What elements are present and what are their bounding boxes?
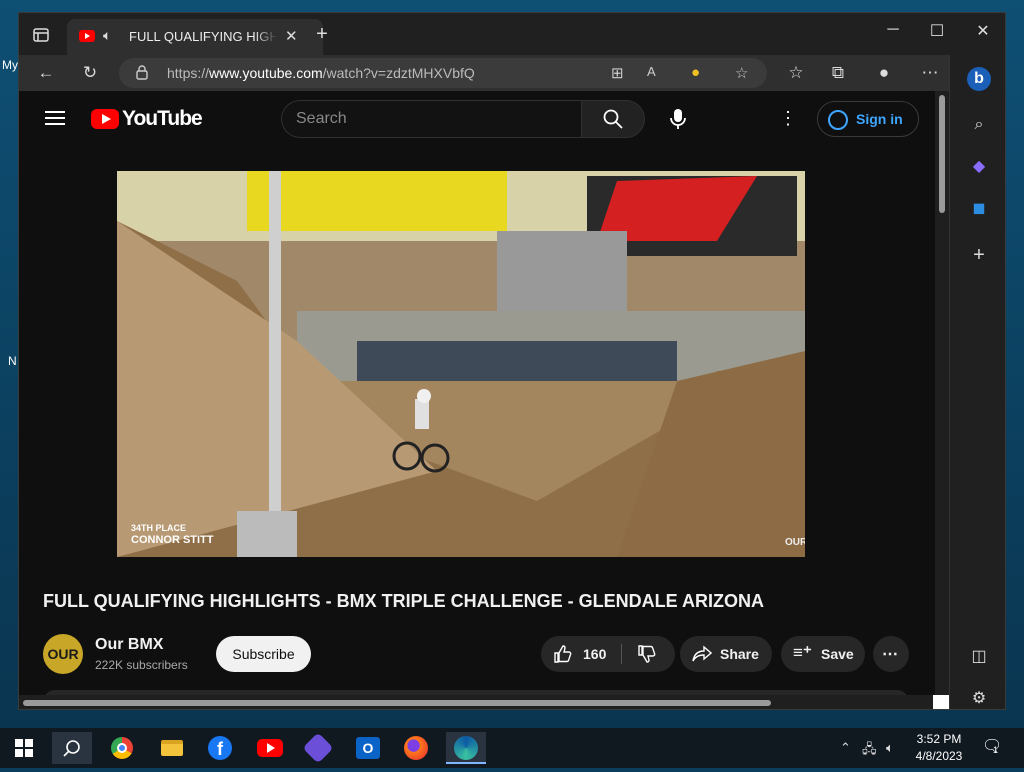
search-icon[interactable]: ⌕ xyxy=(967,113,991,137)
coupon-icon[interactable]: ● xyxy=(691,64,700,81)
copilot-app-icon[interactable]: ◆ xyxy=(967,155,991,179)
dislike-button[interactable] xyxy=(623,636,675,672)
tab-title: FULL QUALIFYING HIGHLIGHTS - BMX TRIPLE … xyxy=(129,29,277,44)
rider-name-overlay: CONNOR STITT xyxy=(131,534,214,546)
bing-copilot-icon[interactable]: b xyxy=(967,67,991,91)
channel-avatar[interactable]: OUR xyxy=(43,634,83,674)
speaker-icon[interactable]: 🔈︎ xyxy=(103,27,111,44)
taskbar: f O ⌃ 🖧︎ 🔈︎ 3:52 PM 4/8/2023 🗨︎ 1 xyxy=(0,728,1024,768)
sidebar-panel-icon[interactable]: ◫ xyxy=(967,645,991,669)
youtube-header: YouTube Search ⋮ Sign in xyxy=(19,91,935,147)
vertical-scroll-thumb[interactable] xyxy=(939,95,945,213)
close-window-button[interactable]: ✕ xyxy=(967,21,999,41)
hamburger-menu-icon[interactable] xyxy=(45,111,65,125)
desktop-icon-label[interactable]: N xyxy=(8,354,17,368)
search-button[interactable] xyxy=(581,100,645,138)
collections-icon[interactable]: ⧉ xyxy=(827,62,849,84)
video-frame xyxy=(117,171,805,557)
more-actions-button[interactable]: ⋯ xyxy=(873,636,909,672)
search-icon xyxy=(63,740,80,757)
video-player[interactable]: 34TH PLACE CONNOR STITT OURBMX xyxy=(117,171,805,557)
microphone-icon xyxy=(670,109,686,129)
maximize-button[interactable]: ☐ xyxy=(921,21,953,41)
outlook-taskbar-icon[interactable]: O xyxy=(348,732,388,764)
settings-more-icon[interactable]: ⋯ xyxy=(919,62,941,84)
more-options-icon[interactable]: ⋮ xyxy=(779,108,797,129)
channel-watermark: OURBMX xyxy=(785,537,805,548)
like-button[interactable]: 160 xyxy=(541,636,619,672)
edge-sidebar: b ⌕ ◆ ◼ + ◫ ⚙ xyxy=(949,55,1005,709)
account-icon xyxy=(828,110,848,130)
new-tab-button[interactable]: + xyxy=(311,23,333,46)
share-button[interactable]: Share xyxy=(680,636,772,672)
subscribe-button[interactable]: Subscribe xyxy=(216,636,311,672)
subscriber-count: 222K subscribers xyxy=(95,658,188,672)
active-tab[interactable]: 🔈︎ FULL QUALIFYING HIGHLIGHTS - BMX TRIP… xyxy=(67,19,323,55)
address-bar[interactable]: https://www.youtube.com/watch?v=zdztMHXV… xyxy=(119,58,767,88)
system-clock[interactable]: 3:52 PM 4/8/2023 xyxy=(912,731,966,765)
url-text[interactable]: https://www.youtube.com/watch?v=zdztMHXV… xyxy=(167,65,475,81)
chrome-taskbar-icon[interactable] xyxy=(102,732,142,764)
browser-toolbar: ← ↻ https://www.youtube.com/watch?v=zdzt… xyxy=(19,55,1005,91)
title-bar: 🔈︎ FULL QUALIFYING HIGHLIGHTS - BMX TRIP… xyxy=(19,13,1005,55)
search-icon xyxy=(603,109,623,129)
read-aloud-icon[interactable]: A xyxy=(647,64,656,79)
edge-taskbar-icon[interactable] xyxy=(446,732,486,764)
notification-center-icon[interactable]: 🗨︎ 1 xyxy=(982,736,1004,758)
refresh-icon[interactable]: ↻ xyxy=(79,62,101,84)
lock-icon[interactable] xyxy=(135,64,149,80)
rider-place-overlay: 34TH PLACE xyxy=(131,523,187,533)
file-explorer-taskbar-icon[interactable] xyxy=(152,732,192,764)
horizontal-scroll-thumb[interactable] xyxy=(23,700,771,706)
thumbs-down-icon xyxy=(638,645,656,663)
video-title: FULL QUALIFYING HIGHLIGHTS - BMX TRIPLE … xyxy=(43,591,764,611)
gear-icon[interactable]: ⚙ xyxy=(967,687,991,709)
show-hidden-icons-chevron-icon[interactable]: ⌃ xyxy=(840,740,851,756)
youtube-play-icon xyxy=(91,109,119,129)
close-tab-icon[interactable]: ✕ xyxy=(285,27,298,45)
thumbs-up-icon xyxy=(554,645,572,663)
purple-app-taskbar-icon[interactable] xyxy=(298,732,338,764)
desktop-icon-label[interactable]: My xyxy=(2,58,18,72)
like-dislike-group: 160 xyxy=(541,636,675,672)
start-button[interactable] xyxy=(4,732,44,764)
add-app-icon[interactable]: + xyxy=(967,243,991,267)
outlook-icon[interactable]: ◼ xyxy=(967,197,991,221)
add-to-playlist-icon: ≡⁺ xyxy=(793,643,812,662)
save-button[interactable]: ≡⁺ Save xyxy=(781,636,865,672)
voice-search-button[interactable] xyxy=(659,100,697,138)
back-arrow-icon[interactable]: ← xyxy=(35,62,57,84)
vertical-scrollbar[interactable] xyxy=(935,91,949,695)
youtube-favicon-icon xyxy=(79,30,95,42)
profile-avatar-icon[interactable]: ● xyxy=(873,62,895,84)
firefox-taskbar-icon[interactable] xyxy=(396,732,436,764)
like-count: 160 xyxy=(583,646,607,662)
search-input[interactable]: Search xyxy=(281,100,581,138)
more-horizontal-icon: ⋯ xyxy=(882,646,898,663)
favorite-add-icon[interactable]: ☆ xyxy=(735,64,748,82)
like-divider xyxy=(621,644,622,664)
youtube-taskbar-icon[interactable] xyxy=(250,732,290,764)
scroll-corner xyxy=(933,695,949,709)
webpage-content: YouTube Search ⋮ Sign in 34TH PLACE CONN… xyxy=(19,91,935,709)
windows-logo-icon xyxy=(15,739,33,757)
minimize-button[interactable]: ─ xyxy=(877,21,909,39)
tab-actions-icon[interactable] xyxy=(31,25,51,45)
channel-name[interactable]: Our BMX xyxy=(95,636,163,654)
favorites-icon[interactable]: ☆ xyxy=(785,62,807,84)
app-available-icon[interactable]: ⊞ xyxy=(611,64,624,82)
network-icon[interactable]: 🖧︎ xyxy=(862,740,877,762)
browser-window: 🔈︎ FULL QUALIFYING HIGHLIGHTS - BMX TRIP… xyxy=(18,12,1006,710)
horizontal-scrollbar[interactable] xyxy=(19,695,935,709)
sign-in-button[interactable]: Sign in xyxy=(817,101,919,137)
share-arrow-icon xyxy=(692,645,712,662)
facebook-taskbar-icon[interactable]: f xyxy=(200,732,240,764)
volume-icon[interactable]: 🔈︎ xyxy=(886,740,894,756)
taskbar-search-button[interactable] xyxy=(52,732,92,764)
